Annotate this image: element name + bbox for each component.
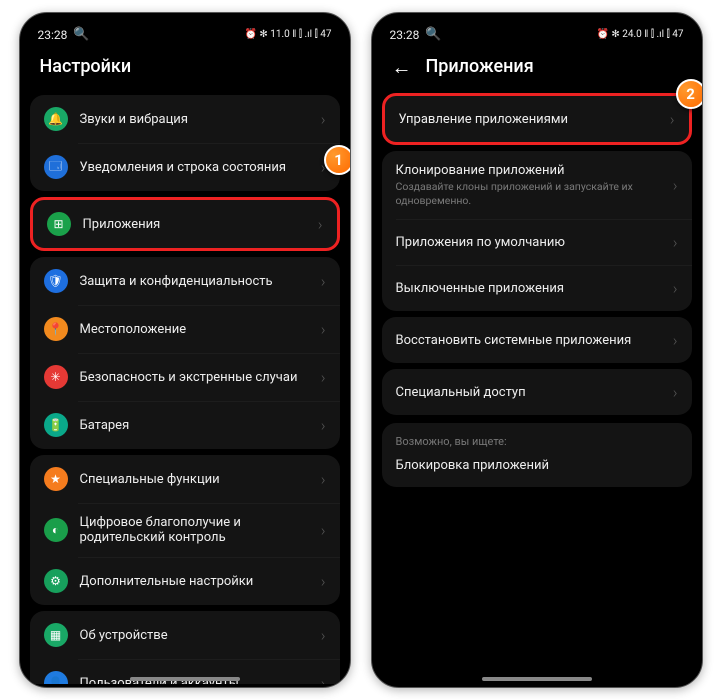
- apps-row[interactable]: Управление приложениями ›: [385, 96, 689, 142]
- settings-row[interactable]: ◐ Цифровое благополучие и родительский ко…: [30, 503, 340, 557]
- status-bar: 23:28 🔍 ⏰ ✻ 11.0 ‖ ⫿ .ıl ⫿ 47: [30, 21, 340, 46]
- settings-row[interactable]: 🔔 Звуки и вибрация ›: [30, 95, 340, 143]
- row-label: Специальные функции: [80, 472, 309, 487]
- settings-row[interactable]: 📍 Местоположение ›: [30, 305, 340, 353]
- suggest-box: Возможно, вы ищете: Блокировка приложений: [382, 423, 692, 487]
- row-label: Специальный доступ: [396, 385, 661, 400]
- apps-group: Восстановить системные приложения ›: [382, 317, 692, 363]
- chevron-right-icon: ›: [321, 110, 326, 129]
- chevron-right-icon: ›: [318, 215, 323, 234]
- chevron-right-icon: ›: [321, 674, 326, 685]
- row-label: Приложения по умолчанию: [396, 235, 661, 250]
- settings-group: 🔔 Звуки и вибрация › 🗔 Уведомления и строка …: [30, 95, 340, 191]
- callout-badge-2: 2: [676, 79, 703, 109]
- apps-group: Управление приложениями ›: [382, 93, 692, 145]
- about-icon: ▦: [44, 623, 68, 647]
- chevron-right-icon: ›: [321, 572, 326, 591]
- apps-group: Специальный доступ ›: [382, 369, 692, 415]
- security-icon: ✳: [44, 365, 68, 389]
- settings-title: Настройки: [40, 56, 132, 77]
- chevron-right-icon: ›: [673, 383, 678, 402]
- row-label: Батарея: [80, 418, 309, 433]
- bell-icon: 🔔: [44, 107, 68, 131]
- settings-row[interactable]: ★ Специальные функции ›: [30, 455, 340, 503]
- suggest-hint: Возможно, вы ищете:: [396, 435, 678, 448]
- search-icon[interactable]: 🔍: [425, 27, 441, 42]
- chevron-right-icon: ›: [321, 416, 326, 435]
- search-icon[interactable]: 🔍: [73, 27, 89, 42]
- nav-bar[interactable]: [482, 677, 592, 681]
- apps-row[interactable]: Специальный доступ ›: [382, 369, 692, 415]
- status-bar: 23:28 🔍 ⏰ ✻ 24.0 ‖ ⫿ .ıl ⫿ 47: [382, 21, 692, 46]
- callout-badge-1: 1: [324, 145, 351, 175]
- settings-row[interactable]: ⚙ Дополнительные настройки ›: [30, 557, 340, 605]
- apps-group: Клонирование приложений Создавайте клоны …: [382, 151, 692, 311]
- settings-row[interactable]: 🗔Уведомления и строка состояния›: [30, 143, 340, 191]
- chevron-right-icon: ›: [673, 279, 678, 298]
- settings-group: ⊞ Приложения ›: [30, 197, 340, 251]
- settings-group: ▦Об устройстве›👤Пользователи и аккаунты›…: [30, 611, 340, 684]
- row-label: Восстановить системные приложения: [396, 333, 661, 348]
- chevron-right-icon: ›: [321, 470, 326, 489]
- settings-list[interactable]: 🔔 Звуки и вибрация › 🗔 Уведомления и строка …: [30, 89, 340, 684]
- row-label: Безопасность и экстренные случаи: [80, 370, 309, 385]
- row-label: Цифровое благополучие и родительский кон…: [80, 515, 309, 545]
- chevron-right-icon: ›: [321, 320, 326, 339]
- row-label: Уведомления и строка состояния: [80, 160, 309, 175]
- row-label: Дополнительные настройки: [80, 574, 309, 589]
- settings-group: 🛡 Защита и конфиденциальность › 📍 Местополож…: [30, 257, 340, 449]
- apps-header: ← Приложения: [382, 46, 692, 89]
- apps-row[interactable]: Выключенные приложения ›: [382, 265, 692, 311]
- apps-row[interactable]: Клонирование приложений Создавайте клоны …: [382, 151, 692, 219]
- wellbeing-icon: ◐: [44, 518, 68, 542]
- chevron-right-icon: ›: [321, 626, 326, 645]
- row-label: Об устройстве: [80, 628, 309, 643]
- suggest-option[interactable]: Блокировка приложений: [396, 458, 678, 473]
- special-icon: ★: [44, 467, 68, 491]
- shield-icon: 🛡: [44, 269, 68, 293]
- phone-settings: 23:28 🔍 ⏰ ✻ 11.0 ‖ ⫿ .ıl ⫿ 47 Настройки …: [19, 12, 351, 688]
- status-indicators: ⏰ ✻ 11.0 ‖ ⫿ .ıl ⫿ 47: [244, 29, 331, 40]
- row-label: Защита и конфиденциальность: [80, 274, 309, 289]
- chevron-right-icon: ›: [673, 176, 678, 195]
- status-indicators: ⏰ ✻ 24.0 ‖ ⫿ .ıl ⫿ 47: [596, 29, 683, 40]
- nav-bar[interactable]: [130, 677, 240, 681]
- row-label: Клонирование приложений: [396, 163, 661, 178]
- row-label: Выключенные приложения: [396, 281, 661, 296]
- row-label: Местоположение: [80, 322, 309, 337]
- chevron-right-icon: ›: [321, 272, 326, 291]
- chevron-right-icon: ›: [670, 110, 675, 129]
- chevron-right-icon: ›: [321, 521, 326, 540]
- row-subtitle: Создавайте клоны приложений и запускайте…: [396, 180, 661, 207]
- row-label: Звуки и вибрация: [80, 112, 309, 127]
- chevron-right-icon: ›: [321, 368, 326, 387]
- status-time: 23:28: [38, 28, 68, 42]
- apps-row[interactable]: Восстановить системные приложения ›: [382, 317, 692, 363]
- apps-row[interactable]: Приложения по умолчанию ›: [382, 219, 692, 265]
- users-icon: 👤: [44, 671, 68, 684]
- notifications-icon: 🗔: [44, 155, 68, 179]
- phone-apps: 23:28 🔍 ⏰ ✻ 24.0 ‖ ⫿ .ıl ⫿ 47 ← Приложен…: [371, 12, 703, 688]
- apps-title: Приложения: [426, 56, 534, 77]
- settings-row[interactable]: ▦ Об устройстве ›: [30, 611, 340, 659]
- apps-list[interactable]: Управление приложениями›Клонирование при…: [382, 89, 692, 684]
- row-label: Управление приложениями: [399, 112, 658, 127]
- status-time: 23:28: [390, 28, 420, 42]
- battery-icon: 🔋: [44, 413, 68, 437]
- chevron-right-icon: ›: [673, 233, 678, 252]
- extra-icon: ⚙: [44, 569, 68, 593]
- settings-row[interactable]: ⊞ Приложения ›: [33, 200, 337, 248]
- chevron-right-icon: ›: [673, 331, 678, 350]
- page-title: Настройки: [30, 46, 340, 89]
- apps-icon: ⊞: [47, 212, 71, 236]
- location-icon: 📍: [44, 317, 68, 341]
- settings-row[interactable]: 🔋 Батарея ›: [30, 401, 340, 449]
- settings-row[interactable]: ✳ Безопасность и экстренные случаи ›: [30, 353, 340, 401]
- row-label: Приложения: [83, 217, 306, 232]
- back-icon[interactable]: ←: [392, 57, 412, 77]
- settings-row[interactable]: 🛡 Защита и конфиденциальность ›: [30, 257, 340, 305]
- settings-group: ★ Специальные функции › ◐ Цифровое благополу…: [30, 455, 340, 605]
